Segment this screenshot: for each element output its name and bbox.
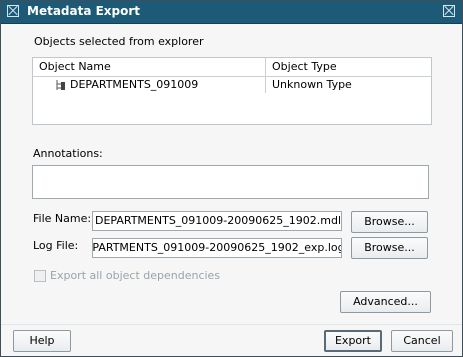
log-file-value: DEPARTMENTS_091009-20090625_1902_exp.log [92,241,342,254]
dialog-title: Metadata Export [27,4,141,18]
log-file-label: Log File: [33,239,79,252]
annotations-label: Annotations: [33,147,103,160]
annotations-input[interactable] [32,165,429,199]
column-header-object-name[interactable]: Object Name [33,58,266,76]
objects-table[interactable]: Object Name Object Type DEPARTMENTS_0910… [32,57,432,125]
footer-divider [1,324,462,325]
metadata-export-dialog: Metadata Export Objects selected from ex… [0,0,463,357]
objects-label: Objects selected from explorer [34,35,204,48]
object-type-cell: Unknown Type [272,78,352,91]
file-name-field[interactable]: DEPARTMENTS_091009-20090625_1902.mdl [92,211,342,231]
object-name-cell: DEPARTMENTS_091009 [33,77,266,93]
window-icon [7,5,19,17]
close-icon[interactable] [443,5,455,17]
export-button[interactable]: Export [324,330,382,352]
file-name-value: DEPARTMENTS_091009-20090625_1902.mdl [95,214,342,227]
browse-log-button[interactable]: Browse... [351,237,428,259]
advanced-button[interactable]: Advanced... [340,291,431,313]
help-button[interactable]: Help [13,330,71,352]
dependencies-checkbox[interactable] [34,270,46,282]
tree-node-icon [56,80,65,90]
title-bar[interactable]: Metadata Export [1,1,462,24]
browse-file-button[interactable]: Browse... [351,211,428,233]
column-header-object-type[interactable]: Object Type [266,58,431,76]
object-name: DEPARTMENTS_091009 [70,78,199,91]
table-row[interactable]: DEPARTMENTS_091009 Unknown Type [33,77,431,93]
file-name-label: File Name: [33,212,92,225]
log-file-field[interactable]: DEPARTMENTS_091009-20090625_1902_exp.log [92,238,342,258]
table-header: Object Name Object Type [33,58,431,77]
cancel-button[interactable]: Cancel [391,330,453,352]
dependencies-label: Export all object dependencies [50,269,221,282]
